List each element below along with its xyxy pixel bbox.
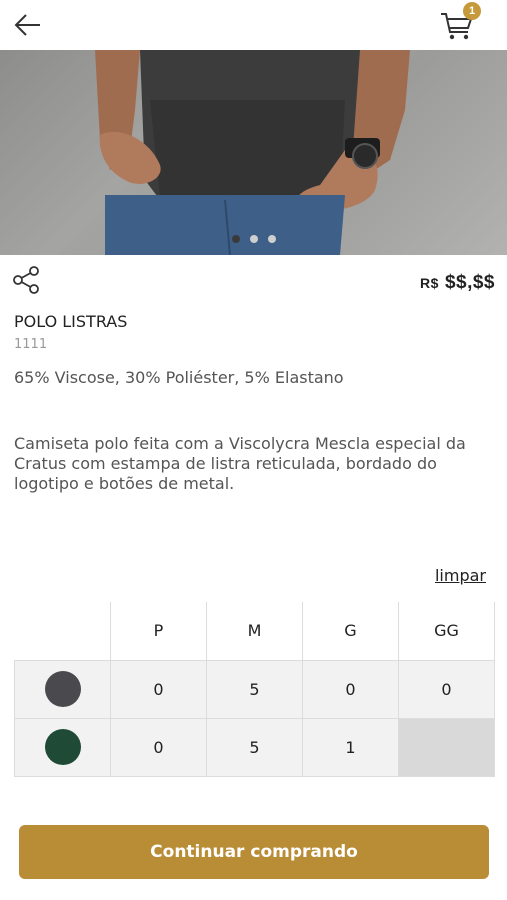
- price-currency: R$: [420, 275, 439, 291]
- quantity-cell[interactable]: 5: [206, 717, 303, 777]
- cart-count-badge: 1: [463, 2, 481, 20]
- product-photo: [95, 50, 410, 255]
- size-header: G: [302, 602, 399, 661]
- quantity-cell[interactable]: 0: [110, 659, 207, 719]
- product-title: POLO LISTRAS: [14, 312, 128, 331]
- color-swatch-cell: [14, 717, 111, 777]
- color-row: 0 5 1: [14, 717, 495, 777]
- clear-selection-link[interactable]: limpar: [435, 566, 486, 585]
- quantity-cell[interactable]: 0: [398, 659, 495, 719]
- size-header-row: P M G GG: [14, 602, 495, 661]
- color-row: 0 5 0 0: [14, 659, 495, 719]
- continue-shopping-button[interactable]: Continuar comprando: [19, 825, 489, 879]
- arrow-left-icon: [14, 14, 40, 36]
- size-color-grid: P M G GG 0 5 0 0 0 5 1: [14, 602, 495, 777]
- color-swatch: [44, 671, 81, 707]
- product-description: Camiseta polo feita com a Viscolycra Mes…: [14, 434, 466, 493]
- product-price: R$ $$,$$: [420, 272, 495, 294]
- share-button[interactable]: [12, 265, 42, 295]
- grid-corner: [14, 602, 111, 661]
- back-button[interactable]: [12, 9, 44, 41]
- size-header: P: [110, 602, 207, 661]
- quantity-cell-unavailable: [398, 717, 495, 777]
- app-header: 1: [0, 0, 507, 50]
- quantity-cell[interactable]: 1: [302, 717, 399, 777]
- carousel-dot[interactable]: [267, 235, 276, 243]
- quantity-cell[interactable]: 0: [110, 717, 207, 777]
- color-swatch: [44, 729, 81, 765]
- size-header: M: [206, 602, 303, 661]
- carousel-indicator: [0, 228, 507, 247]
- carousel-dot[interactable]: [231, 235, 240, 243]
- share-icon: [13, 266, 39, 294]
- size-header: GG: [398, 602, 495, 661]
- quantity-cell[interactable]: 5: [206, 659, 303, 719]
- quantity-cell[interactable]: 0: [302, 659, 399, 719]
- product-composition: 65% Viscose, 30% Poliéster, 5% Elastano: [14, 368, 344, 387]
- carousel-dot[interactable]: [249, 235, 258, 243]
- color-swatch-cell: [14, 659, 111, 719]
- product-image-carousel[interactable]: [0, 50, 507, 255]
- product-sku: 1111: [14, 337, 48, 352]
- price-value: $$,$$: [444, 272, 495, 293]
